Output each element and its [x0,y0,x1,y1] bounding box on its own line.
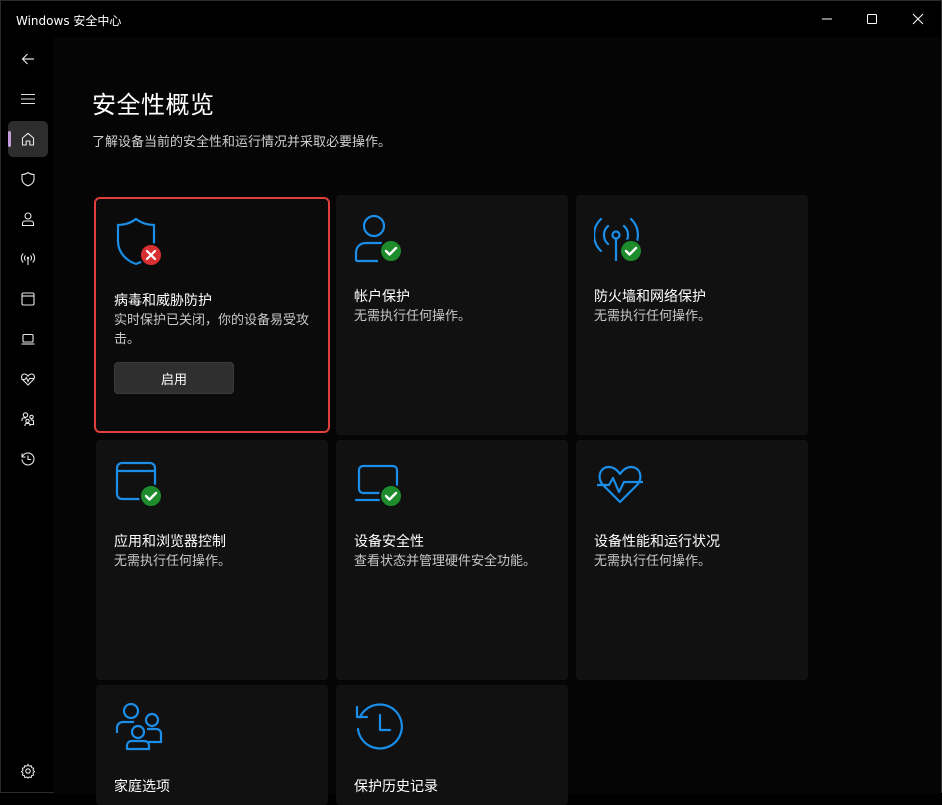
nav-item-device-security[interactable] [8,321,48,357]
heart-pulse-icon [594,458,648,512]
nav-item-device-health[interactable] [8,361,48,397]
nav-item-app-browser-control[interactable] [8,281,48,317]
family-icon [21,412,35,426]
antenna-icon [593,213,648,267]
nav-item-firewall[interactable] [8,241,48,277]
minimize-button[interactable] [805,5,849,33]
card-title: 设备性能和运行状况 [594,534,720,550]
nav-item-account-protection[interactable] [8,201,48,237]
nav-item-protection-history[interactable] [8,441,48,477]
page-subtitle: 了解设备当前的安全性和运行情况并采取必要操作。 [92,135,392,150]
hamburger-icon [21,93,35,105]
card-device-security[interactable]: 设备安全性 查看状态并管理硬件安全功能。 [336,440,568,680]
gear-icon [20,763,36,779]
card-family-options[interactable]: 家庭选项 [96,685,328,805]
family-icon [114,702,168,757]
card-app-browser-control[interactable]: 应用和浏览器控制 无需执行任何操作。 [96,440,328,680]
back-arrow-icon [21,53,34,65]
card-firewall-network[interactable]: 防火墙和网络保护 无需执行任何操作。 [576,195,808,435]
enable-button[interactable]: 启用 [114,362,234,394]
nav-item-family-options[interactable] [8,401,48,437]
shield-icon [114,217,168,271]
card-protection-history[interactable]: 保护历史记录 [336,685,568,805]
laptop-icon [21,333,35,345]
card-title: 家庭选项 [114,779,170,795]
laptop-icon [354,458,408,512]
nav-rail [1,37,53,794]
card-title: 帐户保护 [354,289,410,305]
home-icon [21,132,35,146]
app-window: Windows 安全中心 安全性概览 了解设备当前的安全性和运行情况并采取必要操… [0,0,942,805]
card-title: 防火墙和网络保护 [594,289,706,305]
card-description: 无需执行任何操作。 [354,309,472,324]
browser-window-icon [114,458,168,512]
nav-item-home[interactable] [8,121,48,157]
card-title: 应用和浏览器控制 [114,534,226,550]
card-title: 保护历史记录 [354,779,438,795]
card-account-protection[interactable]: 帐户保护 无需执行任何操作。 [336,195,568,435]
card-description: 无需执行任何操作。 [594,554,712,569]
card-description: 实时保护已关闭，你的设备易受攻击。 [114,313,310,347]
card-virus-threat-protection[interactable]: 病毒和威胁防护 实时保护已关闭，你的设备易受攻击。 启用 [94,197,330,433]
maximize-button[interactable] [850,5,894,33]
minimize-icon [822,18,832,20]
app-title: Windows 安全中心 [16,14,122,28]
shield-icon [21,171,35,187]
person-icon [21,212,35,227]
card-description: 查看状态并管理硬件安全功能。 [354,554,537,569]
heart-pulse-icon [21,373,35,386]
browser-window-icon [21,292,35,306]
history-icon [354,703,408,757]
nav-item-settings[interactable] [8,753,48,789]
maximize-icon [867,14,877,24]
antenna-icon [20,253,36,265]
nav-item-virus-protection[interactable] [8,161,48,197]
nav-menu-button[interactable] [8,81,48,117]
person-icon [354,213,408,267]
card-device-performance-health[interactable]: 设备性能和运行状况 无需执行任何操作。 [576,440,808,680]
card-description: 无需执行任何操作。 [594,309,712,324]
card-title: 病毒和威胁防护 [114,293,212,309]
title-bar: Windows 安全中心 [1,1,941,37]
close-button[interactable] [896,5,940,33]
page-title: 安全性概览 [92,91,215,119]
card-title: 设备安全性 [354,534,424,550]
main-content: 安全性概览 了解设备当前的安全性和运行情况并采取必要操作。 病毒和威胁防护 实时… [54,37,941,805]
nav-back-button[interactable] [8,41,48,77]
history-icon [21,452,35,466]
close-icon [912,13,924,25]
card-description: 无需执行任何操作。 [114,554,232,569]
